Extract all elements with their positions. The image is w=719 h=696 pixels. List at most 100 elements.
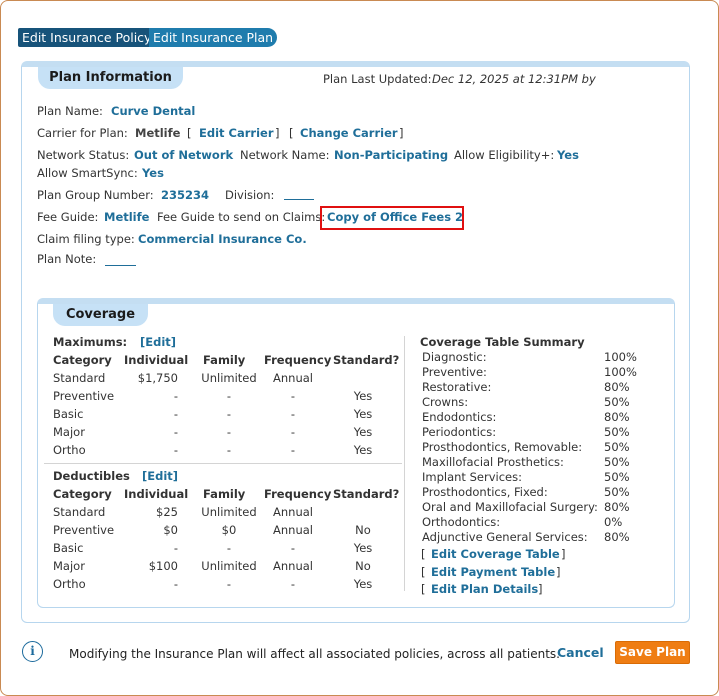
edit-maximums-link[interactable]: [Edit] xyxy=(140,335,176,349)
table-cell: $0 xyxy=(163,523,178,537)
table-cell: - xyxy=(226,541,232,555)
table-cell: No xyxy=(355,559,371,573)
change-carrier-link[interactable]: Change Carrier xyxy=(300,126,398,140)
allow-smartsync-label: Allow SmartSync: xyxy=(37,166,138,180)
network-status-value: Out of Network xyxy=(134,148,234,162)
plan-name-label: Plan Name: xyxy=(37,104,103,118)
table-cell: - xyxy=(226,407,232,421)
table-cell: - xyxy=(290,425,296,439)
edit-carrier-link[interactable]: Edit Carrier xyxy=(199,126,274,140)
table-cell: - xyxy=(173,541,178,555)
bracket-close: ] xyxy=(399,126,404,140)
last-updated-value: Dec 12, 2025 at 12:31PM by xyxy=(432,72,596,86)
bracket-open: [ xyxy=(289,126,294,140)
edit-payment-table-link[interactable]: Edit Payment Table xyxy=(431,565,555,579)
table-cell: $0 xyxy=(221,523,237,537)
cancel-button[interactable]: Cancel xyxy=(557,645,604,660)
bracket-close: ] xyxy=(556,565,561,579)
bracket-open: [ xyxy=(187,126,192,140)
col-family: Family xyxy=(203,487,246,501)
bracket-close: ] xyxy=(561,547,566,561)
edit-deductibles-link[interactable]: [Edit] xyxy=(142,469,178,483)
division-label: Division: xyxy=(225,188,275,202)
table-cell: Yes xyxy=(353,541,373,555)
summary-category: Oral and Maxillofacial Surgery: xyxy=(422,500,598,514)
table-cell: - xyxy=(290,389,296,403)
table-cell: $100 xyxy=(148,559,178,573)
maximums-title: Maximums: xyxy=(53,335,128,349)
table-cell: - xyxy=(290,443,296,457)
table-cell: Yes xyxy=(353,577,373,591)
table-cell: Major xyxy=(53,559,85,573)
summary-percent: 50% xyxy=(604,395,630,409)
summary-percent: 50% xyxy=(604,455,630,469)
table-cell: - xyxy=(173,577,178,591)
allow-smartsync-value: Yes xyxy=(142,166,164,180)
table-cell: Annual xyxy=(273,505,313,519)
info-icon: i xyxy=(22,641,43,662)
col-family: Family xyxy=(203,353,246,367)
col-standard: Standard? xyxy=(333,487,400,501)
table-cell: - xyxy=(290,541,296,555)
table-cell: $25 xyxy=(156,505,178,519)
table-cell: Major xyxy=(53,425,85,439)
summary-category: Restorative: xyxy=(422,380,492,394)
summary-category: Prosthodontics, Fixed: xyxy=(422,485,548,499)
table-cell: Basic xyxy=(53,541,84,555)
plan-note-label: Plan Note: xyxy=(37,252,97,266)
carrier-value: Metlife xyxy=(135,126,181,140)
network-name-label: Network Name: xyxy=(240,148,330,162)
coverage-heading: Coverage xyxy=(53,304,148,326)
summary-percent: 50% xyxy=(604,425,630,439)
tab-edit-insurance-policy[interactable]: Edit Insurance Policy xyxy=(18,28,159,47)
col-category: Category xyxy=(53,353,112,367)
summary-category: Maxillofacial Prosthetics: xyxy=(422,455,564,469)
claim-filing-label: Claim filing type: xyxy=(37,232,135,246)
edit-plan-details-link[interactable]: Edit Plan Details xyxy=(431,582,538,596)
summary-percent: 80% xyxy=(604,530,630,544)
summary-category: Periodontics: xyxy=(422,425,497,439)
table-cell: Unlimited xyxy=(201,505,257,519)
tab-edit-insurance-plan[interactable]: Edit Insurance Plan xyxy=(149,28,277,47)
save-plan-button[interactable]: Save Plan xyxy=(615,641,690,664)
table-cell: - xyxy=(173,389,178,403)
summary-percent: 80% xyxy=(604,500,630,514)
carrier-label: Carrier for Plan: xyxy=(37,126,128,140)
col-individual: Individual xyxy=(124,487,189,501)
plan-information-heading: Plan Information xyxy=(38,67,183,89)
summary-percent: 0% xyxy=(604,515,623,529)
col-standard: Standard? xyxy=(333,353,400,367)
summary-percent: 50% xyxy=(604,440,630,454)
table-cell: - xyxy=(226,389,232,403)
summary-category: Orthodontics: xyxy=(422,515,501,529)
table-cell: Annual xyxy=(273,523,313,537)
table-cell: Unlimited xyxy=(201,559,257,573)
bracket-open: [ xyxy=(421,582,426,596)
table-cell: Ortho xyxy=(53,577,86,591)
summary-category: Endodontics: xyxy=(422,410,497,424)
division-value-blank xyxy=(284,199,314,200)
summary-category: Prosthodontics, Removable: xyxy=(422,440,583,454)
table-cell: - xyxy=(173,425,178,439)
summary-category: Diagnostic: xyxy=(422,350,487,364)
bracket-open: [ xyxy=(421,565,426,579)
summary-category: Implant Services: xyxy=(422,470,522,484)
summary-category: Preventive: xyxy=(422,365,487,379)
last-updated-label: Plan Last Updated: xyxy=(323,72,432,86)
table-cell: - xyxy=(290,407,296,421)
claims-fee-guide-label: Fee Guide to send on Claims: xyxy=(157,210,326,224)
table-cell: - xyxy=(290,577,296,591)
summary-percent: 100% xyxy=(604,350,637,364)
table-cell: - xyxy=(226,443,232,457)
divider xyxy=(44,463,402,464)
summary-category: Crowns: xyxy=(422,395,469,409)
table-cell: - xyxy=(173,443,178,457)
table-cell: Annual xyxy=(273,371,313,385)
edit-coverage-table-link[interactable]: Edit Coverage Table xyxy=(431,547,560,561)
table-cell: Standard xyxy=(53,505,106,519)
table-cell: - xyxy=(226,577,232,591)
table-cell: Yes xyxy=(353,425,373,439)
summary-percent: 80% xyxy=(604,410,630,424)
summary-percent: 100% xyxy=(604,365,637,379)
claim-filing-value: Commercial Insurance Co. xyxy=(138,232,307,246)
